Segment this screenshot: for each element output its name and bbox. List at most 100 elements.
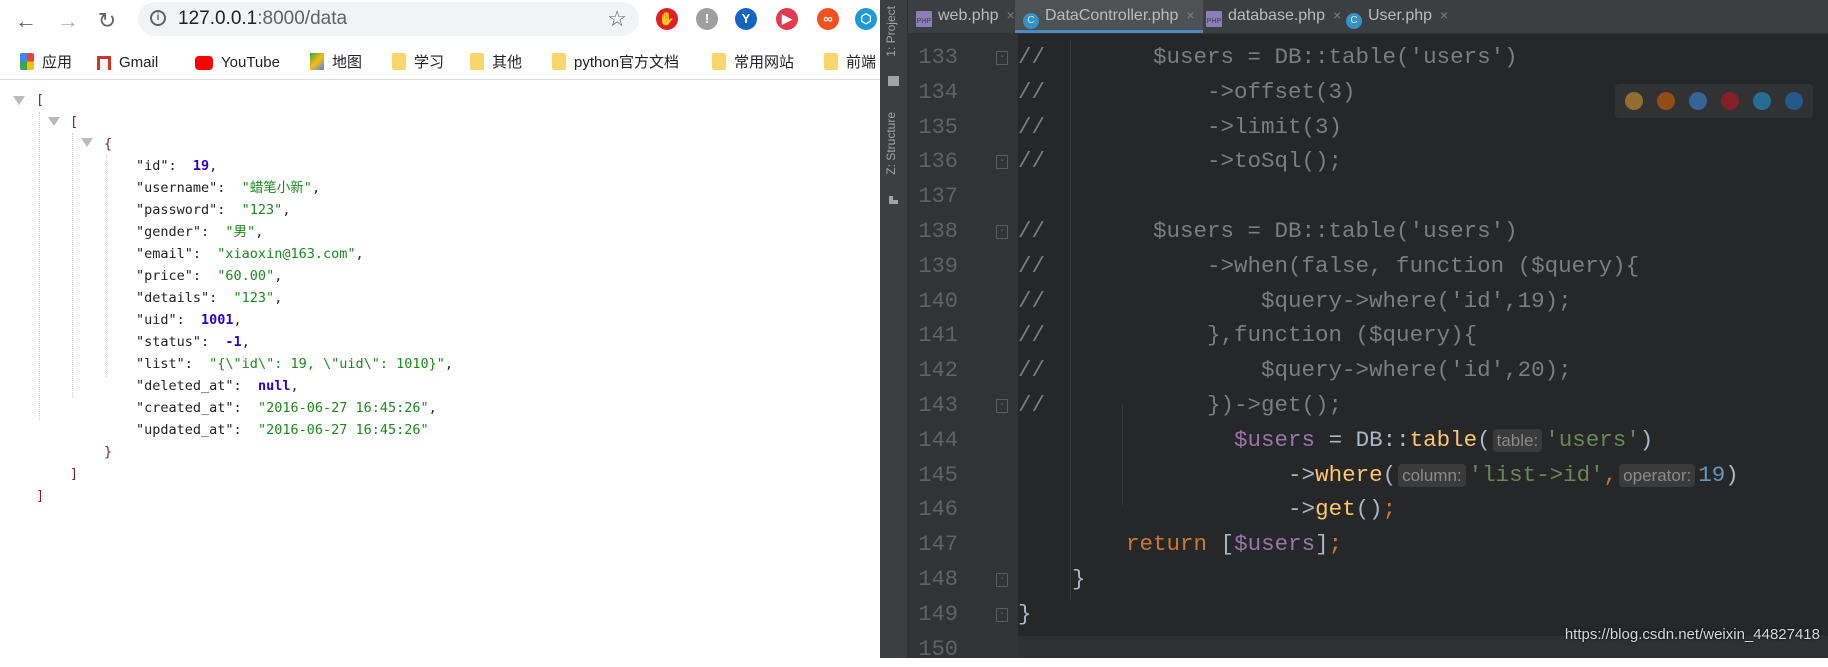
folder-icon [888, 76, 899, 86]
json-comma: , [241, 334, 250, 350]
code-line: // $query->where('id',19); [1018, 284, 1572, 319]
forward-button[interactable]: → [55, 8, 81, 34]
tab-web-php[interactable]: PHP web.php × [908, 0, 1023, 33]
tab-database-php[interactable]: PHP database.php × [1198, 0, 1349, 33]
edge-icon[interactable] [1785, 92, 1803, 110]
infinity-icon[interactable]: ∞ [817, 8, 839, 30]
collapse-triangle-icon[interactable] [48, 117, 60, 126]
json-value: "xiaoxin@163.com" [217, 246, 356, 262]
project-tool-button[interactable]: 1: Project [884, 6, 898, 57]
media-icon[interactable]: ▶ [776, 8, 798, 30]
json-comma: , [290, 378, 299, 394]
bookmark-label: 其他 [492, 54, 523, 71]
json-field: "details": "123", [136, 287, 282, 309]
ide-window: 1: Project Z: Structure PHP web.php × C Data… [880, 0, 1828, 662]
fold-marker-icon[interactable]: - [996, 51, 1008, 65]
firefox-icon[interactable] [1657, 92, 1675, 110]
bookmark-item[interactable]: 学习 [392, 53, 444, 73]
tab-datacontroller-php[interactable]: C DataController.php × [1015, 0, 1203, 33]
code-line: ->where(column:'list->id', operator: 19) [1018, 458, 1739, 493]
tab-user-php[interactable]: C User.php × [1338, 0, 1456, 33]
php-class-icon: C [1346, 13, 1362, 29]
json-comma: , [282, 202, 291, 218]
code-token: // },function ($query){ [1018, 322, 1478, 349]
json-field: "uid": 1001, [136, 309, 242, 331]
bookmark-item[interactable]: 常用网站 [712, 53, 794, 73]
php-file-icon: PHP [916, 11, 932, 27]
url-path: :8000/data [257, 8, 348, 29]
apps-grid-icon [20, 53, 34, 70]
code-token: // $users = DB::table('users') [1018, 218, 1518, 244]
code-token: , [1603, 461, 1618, 488]
code-line: // ->limit(3) [1018, 110, 1342, 145]
json-colon: : [217, 180, 242, 196]
json-comma: , [355, 246, 364, 262]
json-key: "list" [136, 356, 185, 372]
code-token: table [1409, 426, 1478, 453]
bookmark-item[interactable]: YouTube [195, 53, 280, 73]
object-close: } [104, 444, 113, 460]
collapse-triangle-icon[interactable] [81, 138, 93, 147]
bookmark-item[interactable]: 应用 [20, 53, 72, 73]
json-colon: : [217, 202, 242, 218]
close-tab-icon[interactable]: × [1186, 7, 1194, 23]
bookmark-label: 常用网站 [734, 54, 795, 71]
bookmark-item[interactable]: 地图 [310, 53, 362, 73]
folder-icon [470, 53, 484, 70]
json-key: "id" [136, 158, 169, 174]
line-number: 150 [918, 636, 958, 662]
back-button[interactable]: ← [13, 8, 39, 34]
json-colon: : [184, 356, 210, 372]
code-token: [ [1207, 531, 1235, 558]
ie-icon[interactable] [1753, 92, 1771, 110]
collapse-triangle-icon[interactable] [13, 96, 25, 105]
line-number: 134 [918, 79, 958, 105]
json-value: "蜡笔小新" [241, 180, 312, 196]
code-line: ->get(); [1018, 492, 1396, 527]
folder-icon [392, 53, 406, 70]
bookmark-item[interactable]: python官方文档 [552, 53, 679, 73]
close-tab-icon[interactable]: × [1440, 7, 1448, 23]
structure-tool-button[interactable]: Z: Structure [884, 112, 898, 175]
code-line: // ->toSql(); [1018, 144, 1342, 179]
code-token: return [1126, 531, 1208, 558]
structure-icon [889, 196, 898, 204]
fold-marker-icon[interactable]: - [996, 155, 1008, 170]
fold-marker-icon[interactable]: - [996, 607, 1008, 622]
chrome-icon[interactable] [1625, 92, 1643, 110]
hex-icon[interactable]: ⬡ [855, 8, 877, 30]
json-field: "price": "60.00", [136, 265, 282, 287]
code-token: ] [1315, 531, 1329, 558]
reload-button[interactable]: ↻ [94, 8, 120, 34]
address-bar[interactable]: i 127.0.0.1:8000/data ☆ [138, 2, 639, 36]
info-icon[interactable]: i [150, 10, 166, 26]
json-key: "created_at" [136, 400, 234, 416]
url-text[interactable]: 127.0.0.1:8000/data [178, 2, 347, 36]
code-line: // $users = DB::table('users') [1018, 214, 1518, 249]
adblock-icon[interactable]: ✋ [656, 8, 678, 30]
fold-marker-icon[interactable]: - [996, 573, 1008, 587]
fold-marker-icon[interactable]: - [996, 225, 1008, 239]
bookmark-star-icon[interactable]: ☆ [607, 6, 627, 32]
watermark: https://blog.csdn.net/weixin_44827418 [1564, 626, 1820, 643]
bookmark-item[interactable]: 其他 [470, 53, 522, 73]
json-field: "password": "123", [136, 199, 290, 221]
bookmark-item[interactable]: Gmail [97, 53, 158, 73]
line-number: 148 [918, 567, 958, 592]
json-value: "{\"id\": 19, \"uid\": 1010}" [209, 356, 445, 372]
json-key: "status" [136, 334, 202, 350]
vpn-pin-icon[interactable]: Y [735, 8, 757, 30]
puzzle-warning-icon[interactable]: ! [696, 8, 718, 30]
line-number: 143 [918, 393, 958, 418]
safari-icon[interactable] [1689, 92, 1707, 110]
bookmark-item[interactable]: 前端 [824, 53, 876, 73]
line-number: 136 [918, 149, 958, 175]
code-token: get [1315, 496, 1356, 523]
json-colon: : [209, 290, 234, 306]
opera-icon[interactable] [1721, 92, 1739, 110]
editor-tabs: PHP web.php × C DataController.php × PHP databa… [908, 0, 1828, 34]
line-number: 146 [918, 497, 958, 523]
fold-marker-icon[interactable]: - [996, 399, 1008, 413]
line-number: 147 [918, 532, 958, 558]
close-tab-icon[interactable]: × [1007, 7, 1015, 23]
